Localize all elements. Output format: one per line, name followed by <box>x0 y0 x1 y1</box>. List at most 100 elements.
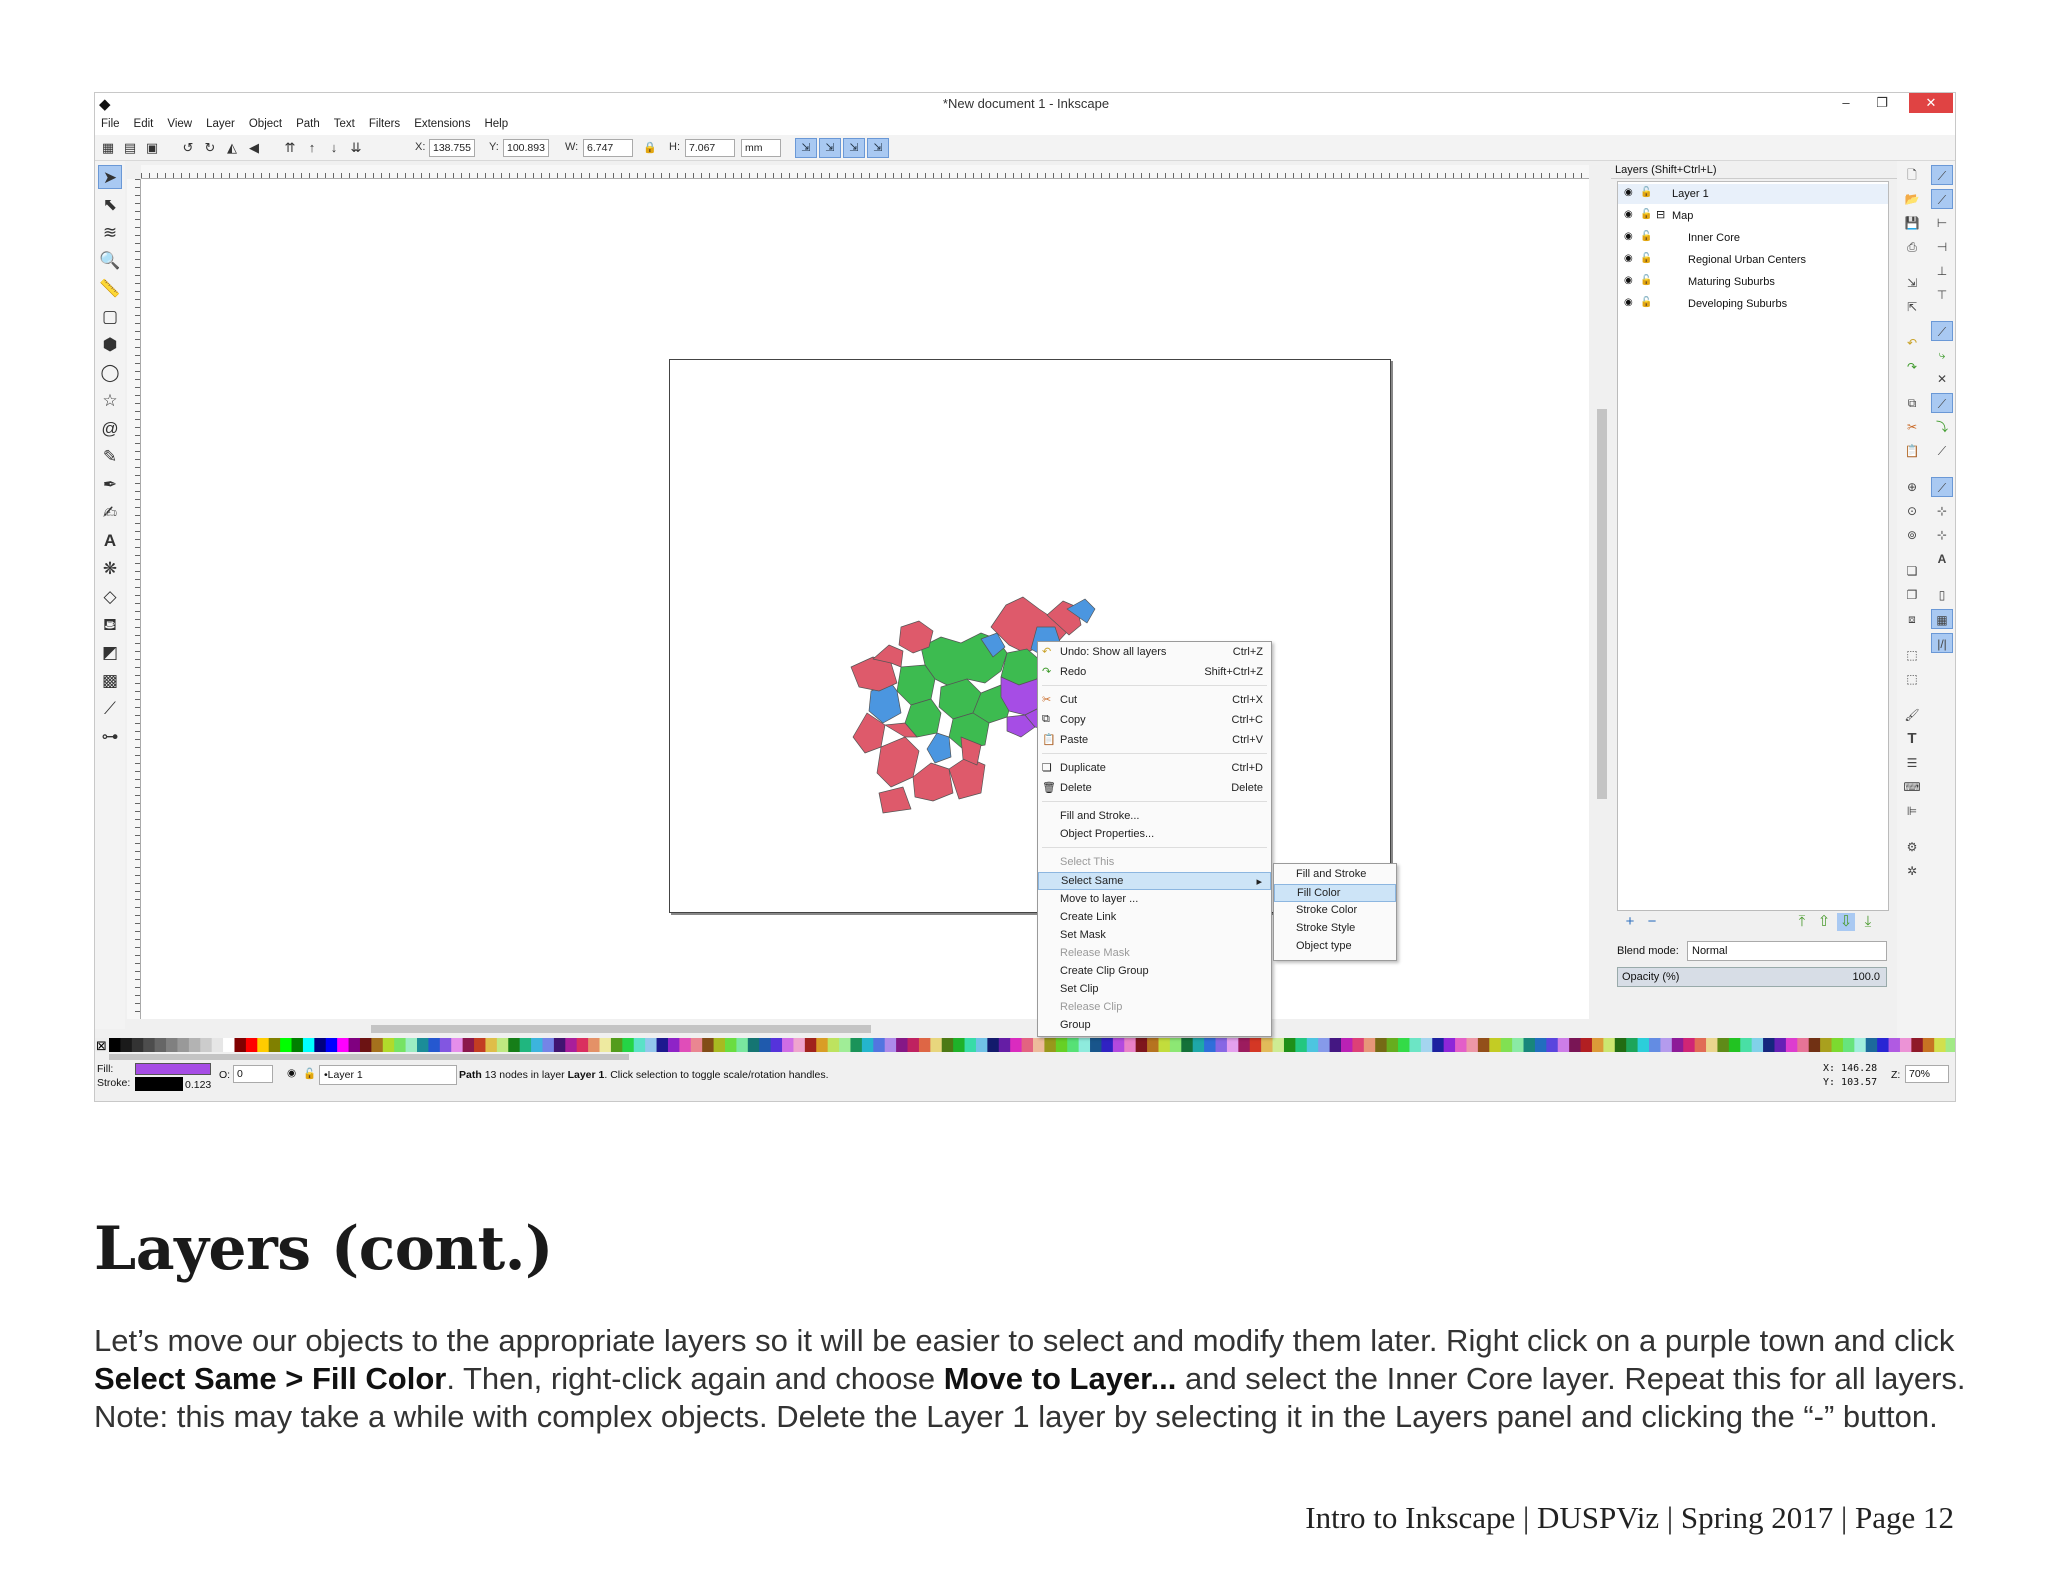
palette-swatch[interactable] <box>1911 1038 1924 1052</box>
palette-swatch[interactable] <box>1204 1038 1217 1052</box>
palette-swatch[interactable] <box>223 1038 235 1052</box>
palette-swatch[interactable] <box>302 1038 315 1052</box>
menu-item-redo[interactable]: ↷ Redo Shift+Ctrl+Z <box>1038 664 1271 682</box>
palette-swatch[interactable] <box>782 1038 794 1052</box>
palette-swatch[interactable] <box>211 1038 224 1052</box>
palette-swatch[interactable] <box>1352 1038 1365 1052</box>
palette-swatch[interactable] <box>394 1038 407 1052</box>
menu-item-create-clip-group[interactable]: Create Clip Group <box>1038 963 1271 981</box>
star-tool-icon[interactable]: ☆ <box>98 389 122 413</box>
save-icon[interactable]: 💾 <box>1901 213 1923 233</box>
palette-swatch[interactable] <box>1888 1038 1901 1052</box>
palette-swatch[interactable] <box>428 1038 441 1052</box>
palette-swatch[interactable] <box>1717 1038 1730 1052</box>
unlink-clone-icon[interactable]: ⧈ <box>1901 609 1923 629</box>
palette-swatch[interactable] <box>1763 1038 1775 1052</box>
palette-swatch[interactable] <box>713 1038 726 1052</box>
palette-swatch[interactable] <box>1318 1038 1331 1052</box>
palette-swatch[interactable] <box>1842 1038 1855 1052</box>
palette-swatch[interactable] <box>519 1038 532 1052</box>
palette-swatch[interactable] <box>1945 1038 1956 1052</box>
ellipse-tool-icon[interactable]: ◯ <box>98 361 122 385</box>
w-field[interactable]: 6.747 <box>583 139 633 157</box>
palette-swatch[interactable] <box>1694 1038 1707 1052</box>
snap-bbox-corner-icon[interactable]: ⊣ <box>1931 237 1953 257</box>
palette-swatch[interactable] <box>1899 1038 1912 1052</box>
layer-visibility-icon[interactable]: ◉ <box>287 1067 296 1079</box>
snap-bbox-icon[interactable]: ⟋ <box>1931 189 1953 209</box>
palette-swatch[interactable] <box>1375 1038 1388 1052</box>
palette-swatch[interactable] <box>188 1038 201 1052</box>
palette-swatch[interactable] <box>1078 1038 1091 1052</box>
duplicate-icon[interactable]: ❏ <box>1901 561 1923 581</box>
palette-swatch[interactable] <box>1192 1038 1205 1052</box>
lock-icon[interactable]: 🔓 <box>1640 187 1652 198</box>
palette-swatch[interactable] <box>656 1038 669 1052</box>
palette-swatch[interactable] <box>166 1038 178 1052</box>
rectangle-tool-icon[interactable]: ▢ <box>98 305 122 329</box>
palette-swatch[interactable] <box>1329 1038 1342 1052</box>
align-icon[interactable]: ⊫ <box>1901 801 1923 821</box>
palette-swatch[interactable] <box>200 1038 213 1052</box>
palette-swatch[interactable] <box>268 1038 281 1052</box>
palette-swatch[interactable] <box>1603 1038 1616 1052</box>
mesh-tool-icon[interactable]: ▩ <box>98 669 122 693</box>
selector-tool-icon[interactable]: ➤ <box>98 165 122 189</box>
y-field[interactable]: 100.893 <box>503 139 549 157</box>
zoom-drawing-icon[interactable]: ⊙ <box>1901 501 1923 521</box>
raise-icon[interactable]: ↑ <box>303 139 321 157</box>
palette-swatch[interactable] <box>1808 1038 1821 1052</box>
palette-swatch[interactable] <box>588 1038 601 1052</box>
palette-swatch[interactable] <box>850 1038 863 1052</box>
palette-swatch[interactable] <box>359 1038 372 1052</box>
palette-swatch[interactable] <box>234 1038 247 1052</box>
color-palette[interactable]: ⊠ <box>95 1038 1956 1052</box>
clone-icon[interactable]: ❐ <box>1901 585 1923 605</box>
palette-swatch[interactable] <box>1033 1038 1045 1052</box>
palette-swatch[interactable] <box>1660 1038 1673 1052</box>
preferences-icon[interactable]: ✲ <box>1901 861 1923 881</box>
palette-swatch[interactable] <box>861 1038 874 1052</box>
palette-swatch[interactable] <box>109 1038 121 1052</box>
snap-nodes-icon[interactable]: ⟋ <box>1931 321 1953 341</box>
menu-item-paste[interactable]: 📋 Paste Ctrl+V <box>1038 732 1271 750</box>
eye-icon[interactable]: ◉ <box>1624 275 1633 286</box>
palette-swatch[interactable] <box>918 1038 931 1052</box>
palette-swatch[interactable] <box>1363 1038 1376 1052</box>
select-all-icon[interactable]: ▦ <box>99 139 117 157</box>
lock-icon[interactable]: 🔓 <box>1640 275 1652 286</box>
palette-swatch[interactable] <box>1580 1038 1593 1052</box>
palette-swatch[interactable] <box>371 1038 384 1052</box>
palette-swatch[interactable] <box>565 1038 578 1052</box>
palette-swatch[interactable] <box>690 1038 703 1052</box>
palette-swatch[interactable] <box>827 1038 840 1052</box>
3d-box-tool-icon[interactable]: ⬢ <box>98 333 122 357</box>
menu-item-move-to-layer[interactable]: Move to layer ... <box>1038 891 1271 909</box>
menu-text[interactable]: Text <box>327 115 362 130</box>
palette-swatch[interactable] <box>1443 1038 1456 1052</box>
palette-swatch[interactable] <box>1055 1038 1068 1052</box>
palette-swatch[interactable] <box>1386 1038 1399 1052</box>
connector-tool-icon[interactable]: ⊶ <box>98 725 122 749</box>
group-icon[interactable]: ⬚ <box>1901 645 1923 665</box>
palette-swatch[interactable] <box>1272 1038 1285 1052</box>
zoom-selection-icon[interactable]: ⊕ <box>1901 477 1923 497</box>
palette-swatch[interactable] <box>325 1038 338 1052</box>
palette-swatch[interactable] <box>816 1038 829 1052</box>
no-paint-swatch[interactable]: ⊠ <box>96 1038 107 1052</box>
lower-to-bottom-icon[interactable]: ⇊ <box>347 139 365 157</box>
snap-others-icon[interactable]: ⟋ <box>1931 477 1953 497</box>
palette-swatch[interactable] <box>667 1038 680 1052</box>
palette-swatch[interactable] <box>1614 1038 1627 1052</box>
snap-page-border-icon[interactable]: ▯ <box>1931 585 1953 605</box>
snap-grids-icon[interactable]: ▦ <box>1931 609 1953 629</box>
palette-swatch[interactable] <box>1420 1038 1433 1052</box>
palette-swatch[interactable] <box>804 1038 817 1052</box>
palette-swatch[interactable] <box>531 1038 543 1052</box>
palette-swatch[interactable] <box>839 1038 851 1052</box>
ungroup-icon[interactable]: ⬚ <box>1901 669 1923 689</box>
palette-swatch[interactable] <box>417 1038 429 1052</box>
submenu-stroke-color[interactable]: Stroke Color <box>1274 902 1396 920</box>
pencil-tool-icon[interactable]: ✎ <box>98 445 122 469</box>
scale-corners-toggle[interactable]: ⇲ <box>819 138 841 158</box>
